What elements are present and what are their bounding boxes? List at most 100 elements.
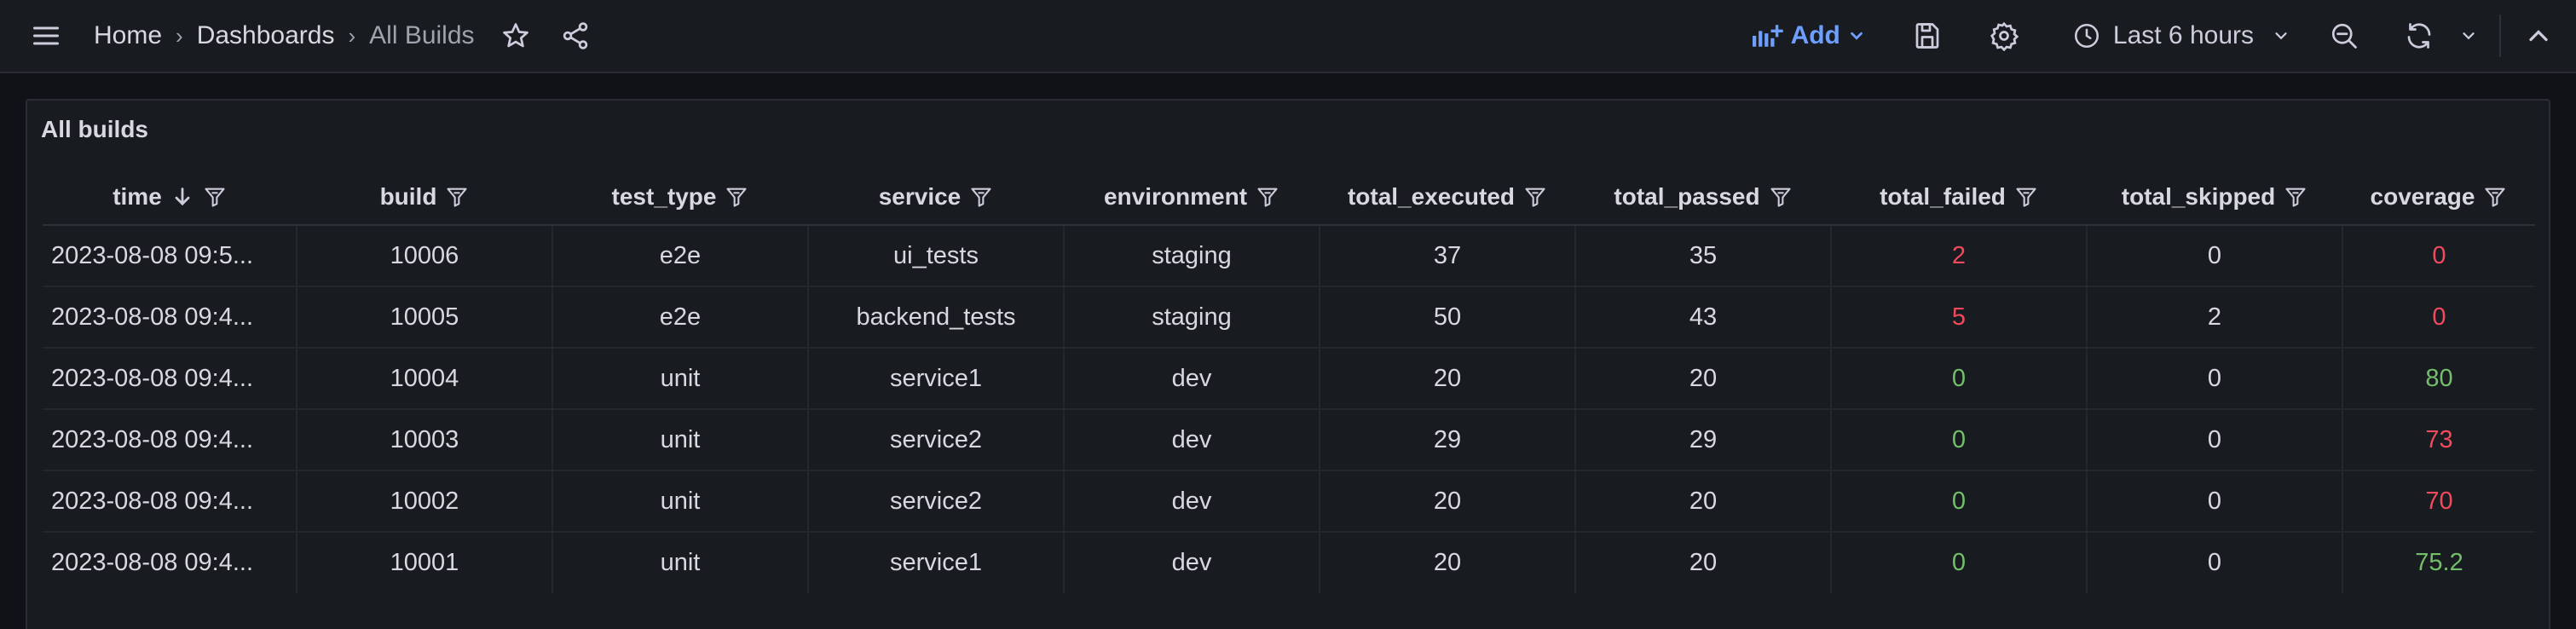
table-cell-service: service2 [807, 409, 1064, 471]
column-header-total_passed[interactable]: total_passed [1575, 169, 1831, 226]
table-cell-coverage: 73 [2342, 409, 2535, 471]
breadcrumb-separator: › [176, 22, 183, 49]
column-header-test_type[interactable]: test_type [552, 169, 808, 226]
panel-title[interactable]: All builds [41, 116, 148, 143]
star-icon [502, 23, 528, 48]
table-cell-test_type: unit [552, 532, 808, 593]
share-icon [563, 22, 587, 49]
filter-icon[interactable] [1256, 185, 1279, 209]
refresh-interval-dropdown[interactable] [2450, 10, 2487, 61]
table-cell-total_failed: 0 [1830, 532, 2087, 593]
collapse-toolbar-button[interactable] [2513, 10, 2564, 61]
sort-desc-icon[interactable] [170, 185, 194, 209]
table-cell-total_skipped: 0 [2086, 225, 2342, 287]
table-cell-total_skipped: 0 [2086, 409, 2342, 471]
table-cell-build: 10001 [296, 532, 552, 593]
table-cell-total_failed: 0 [1830, 470, 2087, 533]
breadcrumb-home[interactable]: Home [94, 21, 162, 50]
column-header-label: total_executed [1347, 182, 1516, 210]
filter-icon[interactable] [445, 185, 469, 209]
save-dashboard-button[interactable] [1902, 10, 1953, 61]
chevron-down-icon [2275, 32, 2287, 40]
column-header-total_executed[interactable]: total_executed [1320, 169, 1575, 226]
table-cell-total_failed: 5 [1830, 286, 2087, 349]
zoom-out-button[interactable] [2319, 10, 2370, 61]
dashboard-settings-button[interactable] [1978, 10, 2030, 61]
column-header-coverage[interactable]: coverage [2342, 169, 2535, 226]
table-header-row: time build test_type service environment tota… [43, 169, 2535, 226]
menu-icon [33, 26, 59, 45]
column-header-label: time [113, 182, 162, 210]
table-row: 2023-08-08 09:4... 10005 e2e backend_tests s… [43, 286, 2535, 349]
chevron-up-icon [2529, 30, 2548, 42]
save-icon [1915, 23, 1939, 49]
table-cell-coverage: 75.2 [2342, 532, 2535, 593]
column-header-label: total_skipped [2121, 182, 2276, 210]
table-cell-build: 10004 [296, 348, 552, 410]
filter-icon[interactable] [2483, 185, 2507, 209]
refresh-button[interactable] [2394, 10, 2445, 61]
table-cell-time: 2023-08-08 09:5... [43, 225, 297, 287]
table-cell-total_executed: 29 [1319, 409, 1575, 471]
share-button[interactable] [550, 10, 601, 61]
chevron-down-icon [1851, 32, 1863, 40]
table-cell-total_failed: 0 [1830, 409, 2087, 471]
table-cell-total_skipped: 2 [2086, 286, 2342, 349]
filter-icon[interactable] [1769, 185, 1793, 209]
favorite-button[interactable] [490, 10, 541, 61]
table-cell-total_passed: 20 [1574, 470, 1831, 533]
table-cell-service: backend_tests [807, 286, 1064, 349]
table-cell-total_executed: 20 [1319, 470, 1575, 533]
column-header-total_skipped[interactable]: total_skipped [2087, 169, 2342, 226]
breadcrumb-current: All Builds [369, 21, 475, 49]
table-row: 2023-08-08 09:4... 10004 unit service1 dev 20… [43, 348, 2535, 410]
chevron-down-icon [2463, 32, 2475, 40]
table-cell-service: service1 [807, 348, 1064, 410]
column-header-total_failed[interactable]: total_failed [1831, 169, 2087, 226]
table-cell-total_skipped: 0 [2086, 470, 2342, 533]
filter-icon[interactable] [2284, 185, 2307, 209]
column-header-environment[interactable]: environment [1064, 169, 1320, 226]
table-cell-test_type: unit [552, 348, 808, 410]
add-button[interactable]: Add [1740, 10, 1876, 61]
column-header-label: build [379, 182, 437, 210]
table-cell-total_passed: 20 [1574, 348, 1831, 410]
table-cell-time: 2023-08-08 09:4... [43, 409, 297, 471]
table-cell-build: 10005 [296, 286, 552, 349]
table-cell-service: ui_tests [807, 225, 1064, 287]
table-cell-environment: dev [1063, 532, 1320, 593]
breadcrumb-separator: › [348, 22, 356, 49]
table-cell-total_executed: 50 [1319, 286, 1575, 349]
table-cell-build: 10002 [296, 470, 552, 533]
refresh-icon [2407, 23, 2431, 49]
table-cell-total_passed: 29 [1574, 409, 1831, 471]
toolbar-divider [2499, 14, 2501, 57]
table-cell-environment: dev [1063, 409, 1320, 471]
column-header-time[interactable]: time [43, 169, 297, 226]
table-cell-total_passed: 20 [1574, 532, 1831, 593]
time-range-picker[interactable]: Last 6 hours [2064, 10, 2262, 61]
table-cell-test_type: e2e [552, 225, 808, 287]
table-body: 2023-08-08 09:5... 10006 e2e ui_tests stagin… [43, 225, 2535, 593]
table-cell-build: 10006 [296, 225, 552, 287]
filter-icon[interactable] [2014, 185, 2038, 209]
column-header-build[interactable]: build [297, 169, 552, 226]
table-cell-coverage: 0 [2342, 286, 2535, 349]
filter-icon[interactable] [969, 185, 993, 209]
column-header-label: service [878, 182, 962, 210]
column-header-service[interactable]: service [808, 169, 1064, 226]
table-row: 2023-08-08 09:4... 10001 unit service1 dev 20… [43, 532, 2535, 593]
time-range-dropdown[interactable] [2262, 10, 2300, 61]
filter-icon[interactable] [725, 185, 748, 209]
table-cell-total_executed: 20 [1319, 532, 1575, 593]
filter-icon[interactable] [1523, 185, 1547, 209]
table-row: 2023-08-08 09:4... 10002 unit service2 dev 20… [43, 470, 2535, 533]
table-cell-test_type: e2e [552, 286, 808, 349]
filter-icon[interactable] [203, 185, 227, 209]
table-row: 2023-08-08 09:5... 10006 e2e ui_tests stagin… [43, 225, 2535, 287]
menu-button[interactable] [20, 10, 72, 61]
table-panel: All builds time build test_type service envi… [26, 99, 2550, 629]
table-cell-time: 2023-08-08 09:4... [51, 549, 254, 576]
breadcrumb-dashboards[interactable]: Dashboards [197, 21, 335, 50]
add-button-label: Add [1790, 21, 1840, 49]
